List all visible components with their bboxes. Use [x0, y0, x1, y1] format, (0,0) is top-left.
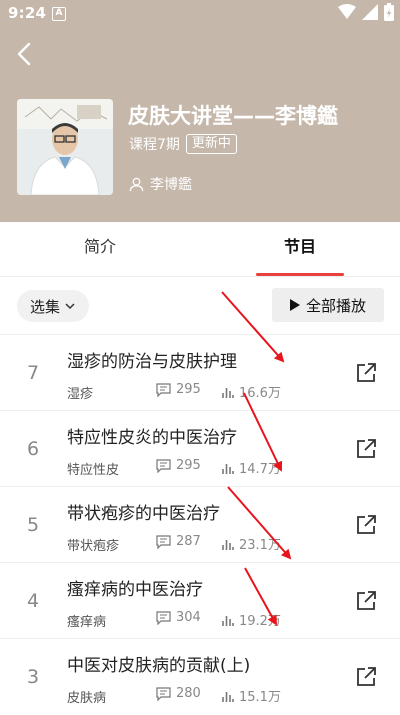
episode-title[interactable]: 带状疱疹的中医治疗	[67, 499, 220, 524]
status-time: 9:24	[8, 4, 47, 22]
back-arrow-icon[interactable]	[12, 40, 40, 68]
play-count: 23.1万	[222, 534, 281, 553]
battery-icon	[384, 3, 394, 21]
play-count-value: 23.1万	[239, 538, 281, 553]
notification-app-icon: A	[52, 7, 66, 21]
episode-number: 7	[27, 362, 40, 384]
play-all-label: 全部播放	[305, 296, 366, 315]
episode-select-button[interactable]: 选集	[17, 290, 89, 322]
bar-chart-icon	[222, 539, 234, 550]
play-count-value: 19.2万	[239, 614, 281, 629]
share-icon[interactable]	[354, 437, 378, 461]
chevron-down-icon	[65, 303, 75, 310]
comment-count: 295	[156, 382, 201, 397]
episode-title[interactable]: 中医对皮肤病的贡献(上)	[67, 651, 250, 676]
comment-count-value: 304	[176, 610, 201, 625]
play-count-value: 16.6万	[239, 386, 281, 401]
episode-number: 5	[27, 514, 40, 536]
episode-tag: 瘙痒病	[67, 615, 107, 630]
share-icon[interactable]	[354, 361, 378, 385]
active-tab-indicator	[256, 273, 344, 276]
episode-tag: 皮肤病	[67, 691, 107, 706]
status-icons	[338, 3, 394, 21]
bar-chart-icon	[222, 463, 234, 474]
comment-count-value: 295	[176, 382, 201, 397]
episode-title[interactable]: 瘙痒病的中医治疗	[67, 575, 203, 600]
comment-icon	[156, 534, 171, 549]
episode-tag: 湿疹	[67, 387, 94, 402]
comment-count: 280	[156, 686, 201, 701]
episode-row[interactable]: 7 湿疹的防治与皮肤护理 湿疹 295 16.6万	[0, 334, 400, 411]
share-icon[interactable]	[354, 513, 378, 537]
bar-chart-icon	[222, 387, 234, 398]
episode-tag: 带状疱疹	[67, 539, 120, 554]
episode-title[interactable]: 湿疹的防治与皮肤护理	[67, 347, 237, 372]
comment-icon	[156, 458, 171, 473]
signal-icon	[362, 4, 378, 20]
share-icon[interactable]	[354, 589, 378, 613]
author-name: 李博鑑	[150, 177, 192, 193]
tab-intro[interactable]: 简介	[0, 222, 200, 276]
comment-count: 304	[156, 610, 201, 625]
comment-count-value: 280	[176, 686, 201, 701]
comment-icon	[156, 610, 171, 625]
episode-select-label: 选集	[29, 297, 60, 316]
episode-tag: 特应性皮	[67, 463, 120, 478]
episode-row[interactable]: 5 带状疱疹的中医治疗 带状疱疹 287 23.1万	[0, 486, 400, 563]
episode-title[interactable]: 特应性皮炎的中医治疗	[67, 423, 237, 448]
course-title: 皮肤大讲堂——李博鑑	[128, 104, 338, 128]
person-icon	[129, 177, 144, 191]
play-count-value: 15.1万	[239, 690, 281, 705]
play-count: 15.1万	[222, 686, 281, 705]
tab-programs[interactable]: 节目	[200, 222, 400, 276]
episode-row[interactable]: 4 瘙痒病的中医治疗 瘙痒病 304 19.2万	[0, 562, 400, 639]
episode-number: 6	[27, 438, 40, 460]
play-icon	[289, 299, 300, 311]
episode-number: 3	[27, 666, 40, 688]
tab-bar: 简介 节目	[0, 222, 400, 277]
wifi-icon	[338, 4, 356, 19]
play-count-value: 14.7万	[239, 462, 281, 477]
comment-count: 287	[156, 534, 201, 549]
play-all-button[interactable]: 全部播放	[272, 288, 384, 322]
status-bar: 9:24 A	[0, 0, 400, 26]
course-meta: 课程7期 更新中	[129, 134, 237, 154]
play-count: 16.6万	[222, 382, 281, 401]
author-row[interactable]: 李博鑑	[129, 174, 192, 194]
comment-count-value: 287	[176, 534, 201, 549]
comment-icon	[156, 686, 171, 701]
course-cover-image[interactable]	[17, 99, 113, 195]
comment-icon	[156, 382, 171, 397]
update-status-badge: 更新中	[185, 134, 237, 154]
doctor-portrait-icon	[17, 99, 113, 195]
episode-number: 4	[27, 590, 40, 612]
bar-chart-icon	[222, 615, 234, 626]
comment-count: 295	[156, 458, 201, 473]
share-icon[interactable]	[354, 665, 378, 689]
comment-count-value: 295	[176, 458, 201, 473]
play-count: 19.2万	[222, 610, 281, 629]
course-header: 9:24 A 皮肤大讲堂——李博鑑 课程7期 更新中 李博鑑	[0, 0, 400, 222]
episode-row[interactable]: 3 中医对皮肤病的贡献(上) 皮肤病 280 15.1万	[0, 638, 400, 715]
course-count: 课程7期	[129, 137, 180, 153]
play-count: 14.7万	[222, 458, 281, 477]
bar-chart-icon	[222, 691, 234, 702]
episode-row[interactable]: 6 特应性皮炎的中医治疗 特应性皮 295 14.7万	[0, 410, 400, 487]
